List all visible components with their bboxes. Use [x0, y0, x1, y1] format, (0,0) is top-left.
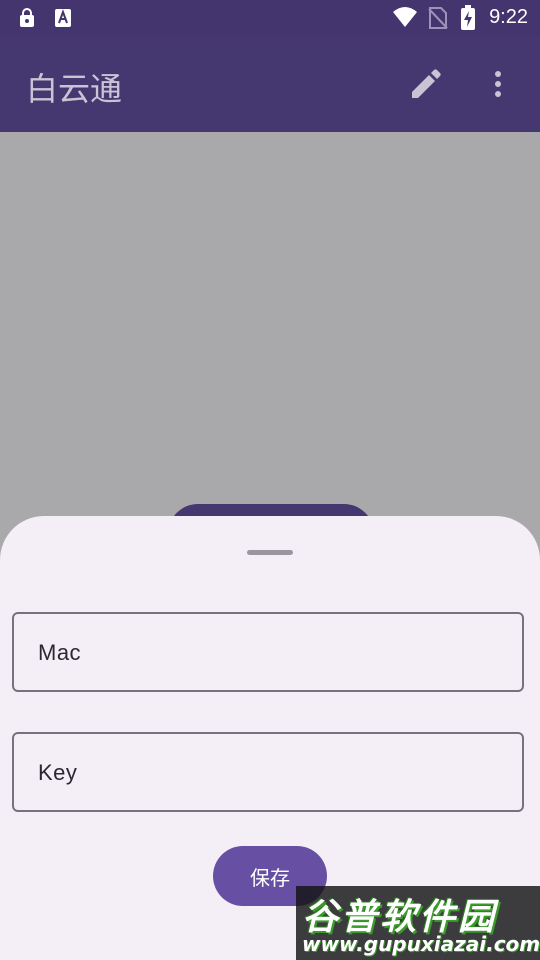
status-bar: 9:22	[0, 0, 540, 36]
drag-handle[interactable]	[247, 550, 293, 555]
edit-button[interactable]	[404, 62, 448, 106]
more-vert-icon	[495, 71, 501, 97]
watermark-logo: 谷普软件园 www.gupuxiazai.com	[296, 886, 540, 960]
app-title: 白云通	[26, 70, 123, 108]
battery-charging-icon	[460, 5, 476, 35]
more-options-button[interactable]	[478, 62, 518, 106]
no-sim-icon	[428, 7, 448, 33]
mac-field-container	[12, 612, 524, 692]
edit-icon	[412, 69, 441, 98]
lock-notification-icon	[18, 8, 36, 32]
app-bar: 白云通	[0, 36, 540, 132]
text-notification-icon	[54, 8, 72, 32]
status-time: 9:22	[489, 6, 528, 28]
wifi-icon	[392, 6, 418, 32]
key-field-container	[12, 732, 524, 812]
watermark-url: www.gupuxiazai.com	[302, 932, 540, 956]
mac-input[interactable]	[36, 634, 500, 672]
key-input[interactable]	[36, 754, 500, 792]
